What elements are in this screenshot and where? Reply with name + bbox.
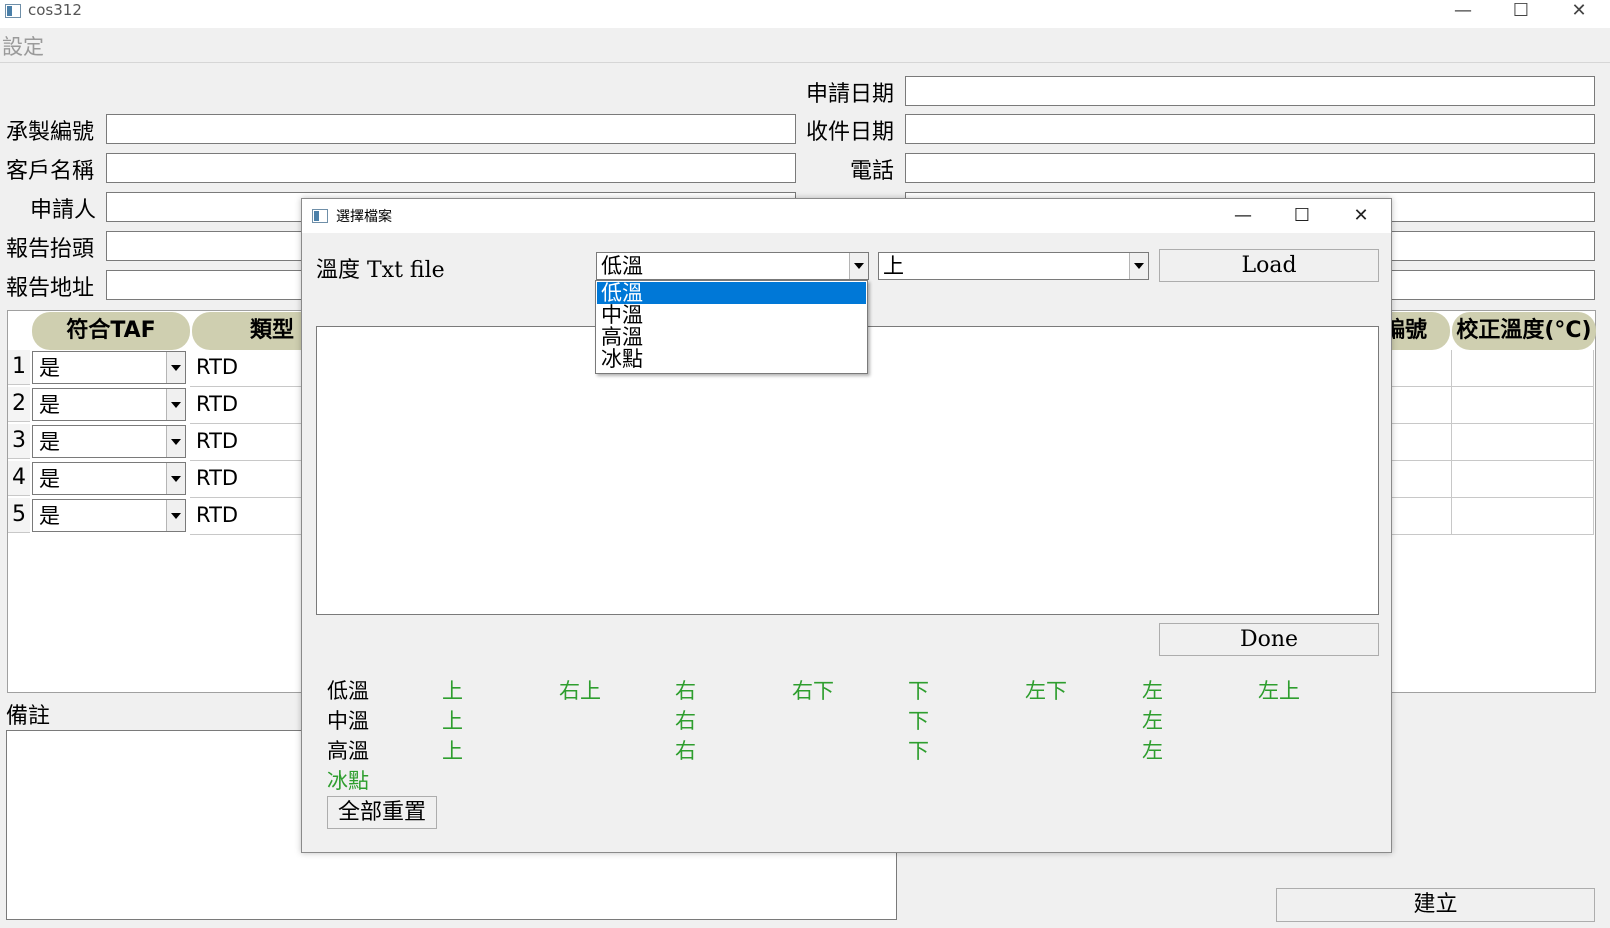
dialog-app-icon [312, 209, 328, 223]
customer-name-label: 客戶名稱 [6, 159, 95, 184]
status-mid-item: 右 [675, 709, 696, 733]
status-low-item: 左上 [1258, 679, 1300, 703]
menu-bar [0, 28, 1610, 63]
row-number: 3 [8, 424, 30, 459]
status-high-item: 上 [442, 739, 463, 763]
status-low-item: 左 [1142, 679, 1163, 703]
position-combo[interactable]: 上 [878, 252, 1149, 280]
header-taf[interactable]: 符合TAF [32, 312, 190, 350]
maximize-button[interactable]: ☐ [1492, 0, 1550, 28]
chevron-down-icon[interactable] [166, 426, 185, 457]
reset-all-button[interactable]: 全部重置 [327, 796, 437, 829]
cal-temp-cell[interactable] [1452, 461, 1594, 498]
taf-value: 是 [39, 393, 60, 417]
phone-input[interactable] [905, 153, 1595, 183]
status-low-item: 下 [908, 679, 929, 703]
dropdown-option-high[interactable]: 高溫 [597, 326, 866, 348]
taf-combo[interactable]: 是 [32, 351, 186, 384]
status-ice-label: 冰點 [327, 769, 369, 793]
row-number: 5 [8, 498, 30, 533]
cal-temp-cell[interactable] [1452, 498, 1594, 535]
receive-date-label: 收件日期 [806, 120, 895, 145]
main-titlebar [0, 0, 1610, 28]
cal-temp-cell[interactable] [1452, 350, 1594, 387]
status-low-item: 右 [675, 679, 696, 703]
create-button[interactable]: 建立 [1276, 888, 1595, 922]
apply-date-input[interactable] [905, 76, 1595, 106]
type-cell[interactable]: RTD [190, 424, 310, 461]
report-address-label: 報告地址 [6, 276, 95, 301]
status-high-item: 左 [1142, 739, 1163, 763]
applicant-label: 申請人 [30, 198, 97, 223]
status-high-label: 高溫 [327, 739, 369, 763]
order-no-input[interactable] [106, 114, 796, 144]
row-number: 1 [8, 350, 30, 385]
temp-level-dropdown: 低溫 中溫 高溫 冰點 [595, 280, 868, 374]
dialog-close-button[interactable]: ✕ [1332, 201, 1390, 231]
status-mid-label: 中溫 [327, 709, 369, 733]
order-no-label: 承製編號 [6, 120, 95, 145]
status-mid-item: 上 [442, 709, 463, 733]
report-header-label: 報告抬頭 [6, 237, 95, 262]
type-cell[interactable]: RTD [190, 350, 310, 387]
phone-label: 電話 [850, 159, 895, 184]
temp-level-combo[interactable]: 低溫 [596, 252, 869, 280]
chevron-down-icon[interactable] [166, 389, 185, 420]
dialog-minimize-button[interactable]: — [1214, 201, 1272, 231]
taf-value: 是 [39, 467, 60, 491]
status-low-item: 右下 [792, 679, 834, 703]
type-cell[interactable]: RTD [190, 387, 310, 424]
temp-level-value: 低溫 [601, 254, 643, 278]
cal-temp-cell[interactable] [1452, 387, 1594, 424]
taf-combo[interactable]: 是 [32, 425, 186, 458]
status-low-item: 右上 [559, 679, 601, 703]
chevron-down-icon[interactable] [166, 352, 185, 383]
type-cell[interactable]: RTD [190, 461, 310, 498]
position-value: 上 [883, 254, 904, 278]
dropdown-option-mid[interactable]: 中溫 [597, 304, 866, 326]
app-icon [5, 4, 21, 18]
status-low-item: 左下 [1025, 679, 1067, 703]
receive-date-input[interactable] [905, 114, 1595, 144]
row-number: 2 [8, 387, 30, 422]
type-cell[interactable]: RTD [190, 498, 310, 535]
done-button[interactable]: Done [1159, 623, 1379, 656]
chevron-down-icon[interactable] [166, 500, 185, 531]
dropdown-option-low[interactable]: 低溫 [597, 282, 866, 304]
customer-name-input[interactable] [106, 153, 796, 183]
menu-settings[interactable]: 設定 [2, 31, 44, 61]
row-number: 4 [8, 461, 30, 496]
status-mid-item: 下 [908, 709, 929, 733]
dropdown-option-ice[interactable]: 冰點 [597, 348, 866, 370]
remarks-label: 備註 [6, 704, 51, 729]
temp-file-label: 溫度 Txt file [316, 258, 445, 283]
close-button[interactable]: ✕ [1550, 0, 1608, 28]
status-high-item: 右 [675, 739, 696, 763]
chevron-down-icon[interactable] [166, 463, 185, 494]
dialog-maximize-button[interactable]: ☐ [1273, 201, 1331, 231]
dialog-title: 選擇檔案 [336, 209, 392, 225]
status-low-label: 低溫 [327, 679, 369, 703]
header-cal-temp[interactable]: 校正溫度(°C) [1452, 312, 1596, 350]
minimize-button[interactable]: — [1434, 0, 1492, 28]
status-high-item: 下 [908, 739, 929, 763]
window-title: cos312 [28, 1, 82, 19]
chevron-down-icon[interactable] [849, 253, 868, 279]
taf-value: 是 [39, 504, 60, 528]
cal-temp-cell[interactable] [1452, 424, 1594, 461]
taf-value: 是 [39, 430, 60, 454]
chevron-down-icon[interactable] [1129, 253, 1148, 279]
taf-value: 是 [39, 356, 60, 380]
taf-combo[interactable]: 是 [32, 499, 186, 532]
taf-combo[interactable]: 是 [32, 462, 186, 495]
status-low-item: 上 [442, 679, 463, 703]
apply-date-label: 申請日期 [806, 82, 895, 107]
load-button[interactable]: Load [1159, 249, 1379, 282]
taf-combo[interactable]: 是 [32, 388, 186, 421]
status-mid-item: 左 [1142, 709, 1163, 733]
